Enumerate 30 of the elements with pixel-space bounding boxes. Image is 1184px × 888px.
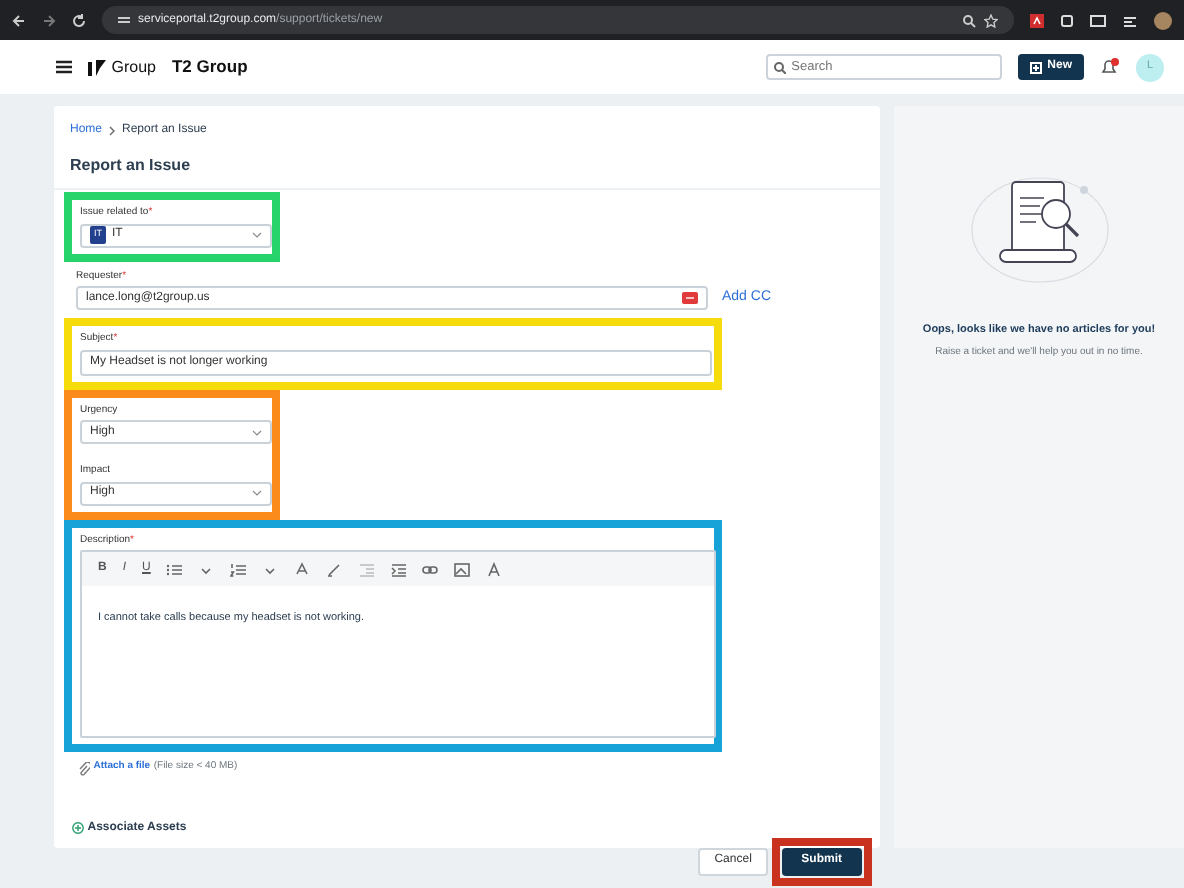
clear-format-icon[interactable] — [486, 561, 503, 578]
caret-icon — [252, 490, 262, 497]
caret-icon — [252, 429, 262, 436]
site-title: T2 Group — [171, 54, 248, 80]
logo-icon — [88, 58, 108, 76]
chevron-icon — [108, 126, 117, 136]
profile-picture-icon[interactable] — [1154, 11, 1172, 29]
text-color-icon[interactable] — [294, 561, 311, 578]
page-title: Report an Issue — [54, 140, 880, 190]
numbered-list-icon[interactable] — [230, 561, 247, 578]
pdf-extension-icon[interactable] — [1030, 13, 1044, 27]
plus-icon — [1029, 61, 1042, 73]
star-icon[interactable] — [984, 13, 998, 27]
site-settings-icon[interactable] — [118, 14, 130, 26]
caret-icon — [252, 232, 262, 239]
plus-circle-icon[interactable] — [72, 822, 84, 835]
indent-icon[interactable] — [390, 561, 407, 578]
reload-icon[interactable] — [72, 13, 86, 27]
forward-icon[interactable] — [42, 13, 56, 27]
highlighter-icon[interactable] — [326, 561, 343, 578]
link-icon[interactable] — [422, 561, 439, 578]
back-icon[interactable] — [12, 13, 26, 27]
search-icon — [773, 62, 786, 74]
zoom-icon[interactable] — [962, 13, 976, 27]
image-icon[interactable] — [454, 561, 471, 578]
logo-text: Group — [111, 55, 156, 79]
paperclip-icon[interactable] — [78, 761, 90, 776]
menu-icon[interactable] — [56, 60, 72, 74]
bulleted-list-icon[interactable] — [166, 561, 183, 578]
notification-bell-icon[interactable] — [1100, 58, 1120, 76]
